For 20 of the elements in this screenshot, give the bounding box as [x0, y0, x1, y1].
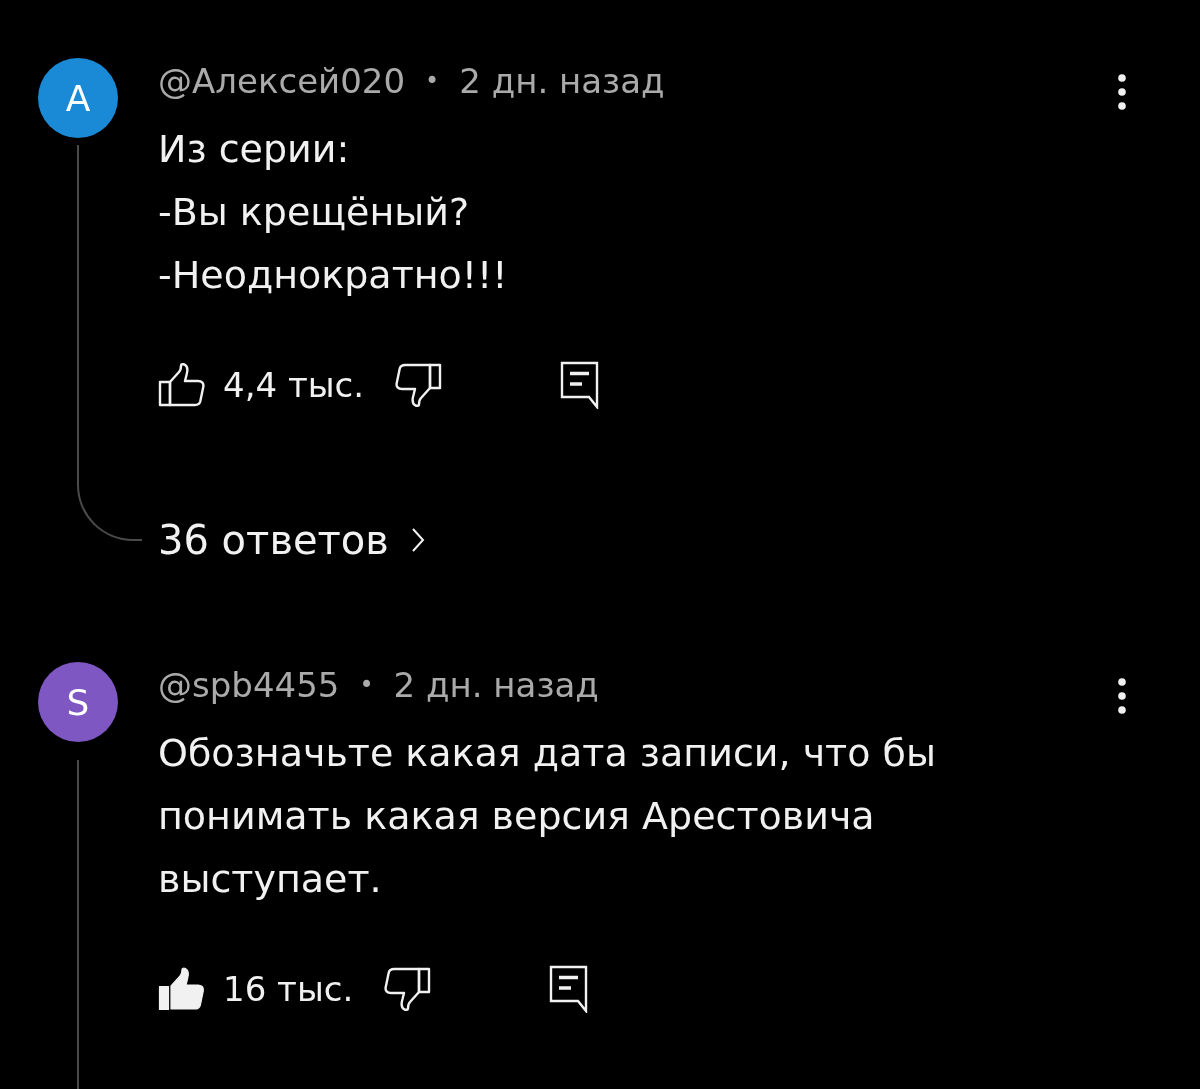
- thumbs-down-icon[interactable]: [394, 363, 443, 407]
- comment-time: 2 дн. назад: [393, 664, 599, 707]
- bullet-separator: •: [425, 66, 440, 97]
- chevron-right-icon: [410, 527, 425, 553]
- like-count: 4,4 тыс.: [223, 365, 365, 405]
- thumbs-up-icon[interactable]: [158, 967, 206, 1011]
- thumbs-up-icon[interactable]: [158, 363, 206, 407]
- more-vertical-icon[interactable]: [1118, 74, 1126, 110]
- thumbs-down-icon[interactable]: [383, 967, 432, 1011]
- author-name[interactable]: @Алексей020: [158, 58, 406, 104]
- bullet-separator: •: [359, 670, 374, 701]
- replies-button[interactable]: 36 ответов: [158, 510, 425, 570]
- like-count: 16 тыс.: [223, 969, 354, 1009]
- author-name[interactable]: @spb4455: [158, 662, 340, 708]
- more-vertical-icon[interactable]: [1118, 678, 1126, 714]
- comment-text: Из серии: -Вы крещёный? -Неоднократно!!!: [158, 126, 508, 299]
- avatar[interactable]: S: [38, 662, 118, 742]
- comment-text: Обозначьте какая дата записи, что бы понимать какая версия Арестовича выступает.: [158, 730, 937, 903]
- avatar[interactable]: A: [38, 58, 118, 138]
- comment-time: 2 дн. назад: [459, 60, 665, 103]
